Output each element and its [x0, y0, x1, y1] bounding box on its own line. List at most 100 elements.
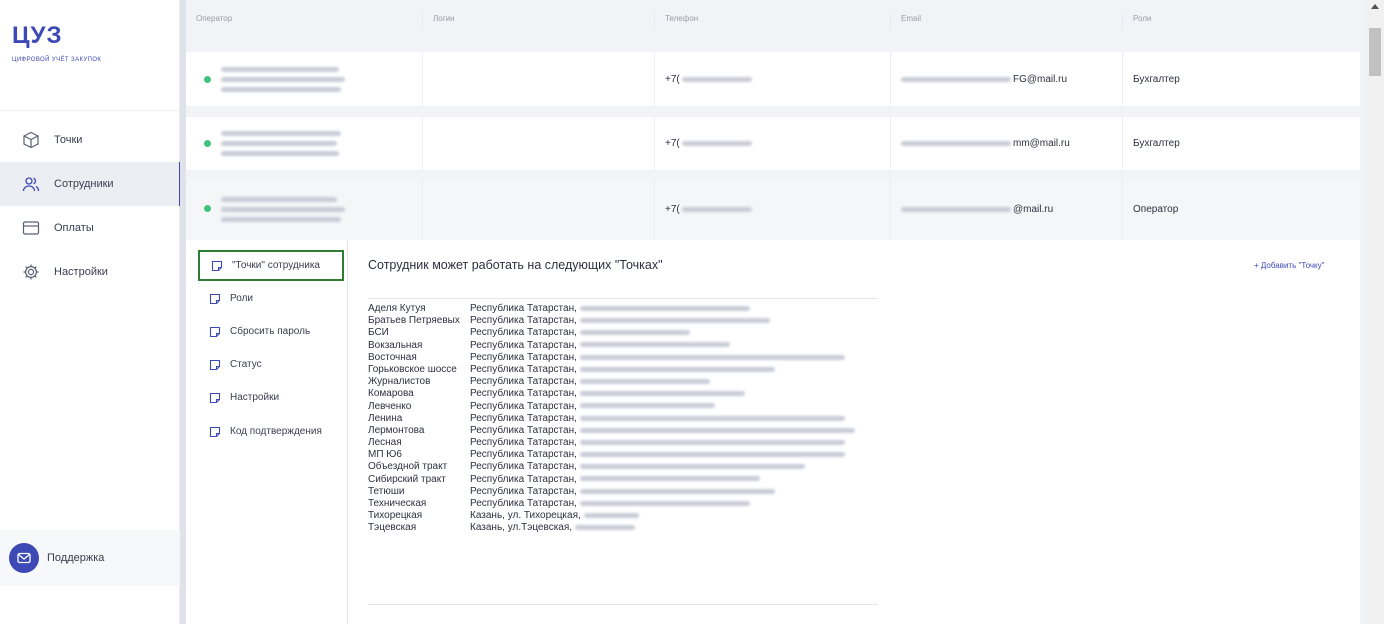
phone-cell: +7(: [654, 117, 890, 170]
operator-cell: [211, 52, 422, 106]
point-name: МП Ю6: [368, 449, 402, 461]
redacted-text: [579, 366, 775, 372]
point-address: Республика Татарстан,: [470, 486, 775, 497]
card-icon: [21, 218, 41, 238]
point-name: Ленина: [368, 412, 403, 424]
redacted-text: [579, 354, 845, 360]
point-address: Казань, ул.Тэцевская,: [470, 522, 636, 533]
point-name: Вокзальная: [368, 339, 423, 351]
tab-reset-password[interactable]: Сбросить пароль: [198, 316, 344, 347]
note-icon: [209, 326, 221, 337]
column-header-login[interactable]: Логин: [422, 14, 455, 28]
point-address: Республика Татарстан,: [470, 388, 745, 399]
role-cell: Бухгалтер: [1122, 52, 1360, 106]
support-button[interactable]: Поддержка: [0, 530, 180, 586]
redacted-text: [579, 318, 770, 324]
divider: [368, 298, 878, 299]
note-icon: [211, 260, 223, 271]
role-cell: Оператор: [1122, 178, 1360, 240]
redacted-text: [579, 500, 750, 506]
redacted-text: [579, 415, 845, 421]
employees-table: Оператор Логин Телефон Email Роли +7( FG…: [186, 0, 1360, 624]
point-name: Восточная: [368, 351, 417, 363]
point-address: Республика Татарстан,: [470, 474, 760, 485]
column-header-roles[interactable]: Роли: [1122, 14, 1151, 28]
point-name: Братьев Петряевых: [368, 315, 460, 327]
point-address: Республика Татарстан,: [470, 327, 690, 338]
phone-cell: +7(: [654, 52, 890, 106]
sidebar-item-employees[interactable]: Сотрудники: [0, 162, 181, 206]
redacted-text: [579, 403, 715, 409]
sidebar-item-label: Сотрудники: [54, 178, 114, 190]
redacted-text: [583, 513, 639, 519]
email-cell: @mail.ru: [890, 178, 1122, 240]
sidebar-nav: Точки Сотрудники Оплаты Настройки: [0, 118, 181, 294]
sidebar-item-label: Оплаты: [54, 222, 94, 234]
redacted-text: [579, 476, 760, 482]
divider: [368, 604, 878, 605]
detail-title: Сотрудник может работать на следующих "Т…: [368, 258, 663, 272]
column-header-operator[interactable]: Оператор: [186, 14, 232, 28]
point-name: Лесная: [368, 437, 402, 449]
scrollbar[interactable]: [1366, 0, 1384, 624]
sidebar-item-settings[interactable]: Настройки: [0, 250, 181, 294]
point-address: Республика Татарстан,: [470, 425, 855, 436]
employee-detail-panel: "Точки" сотрудника Роли Сбросить пароль …: [186, 240, 1360, 624]
point-address: Республика Татарстан,: [470, 352, 845, 363]
point-name: Техническая: [368, 498, 427, 509]
point-address: Республика Татарстан,: [470, 401, 715, 412]
operator-cell: [211, 117, 422, 170]
status-online-dot: [204, 140, 211, 147]
table-row[interactable]: +7( mm@mail.ru Бухгалтер: [186, 117, 1360, 170]
sidebar-item-points[interactable]: Точки: [0, 118, 181, 162]
sidebar-item-payments[interactable]: Оплаты: [0, 206, 181, 250]
sidebar-item-label: Настройки: [54, 266, 108, 278]
tab-label: Сбросить пароль: [230, 326, 311, 337]
mail-icon: [9, 543, 39, 573]
point-name: БСИ: [368, 327, 389, 339]
point-name: Лермонтова: [368, 424, 425, 436]
point-name: Аделя Кутуя: [368, 303, 426, 314]
login-cell: [422, 52, 654, 106]
detail-tabs: "Точки" сотрудника Роли Сбросить пароль …: [186, 240, 348, 624]
point-address: Республика Татарстан,: [470, 364, 775, 375]
divider: [0, 110, 180, 111]
login-cell: [422, 178, 654, 240]
users-icon: [21, 174, 41, 194]
point-name: Комарова: [368, 388, 414, 400]
redacted-text: [579, 342, 730, 348]
point-name: Объездной тракт: [368, 461, 448, 473]
tab-employee-points[interactable]: "Точки" сотрудника: [198, 250, 344, 281]
tab-label: Код подтверждения: [230, 426, 322, 437]
tab-label: Настройки: [230, 392, 280, 403]
table-row[interactable]: +7( FG@mail.ru Бухгалтер: [186, 52, 1360, 106]
tab-status[interactable]: Статус: [198, 349, 344, 380]
table-row-selected[interactable]: +7( @mail.ru Оператор: [186, 178, 1360, 240]
tab-settings[interactable]: Настройки: [198, 382, 344, 413]
note-icon: [209, 293, 221, 304]
app-logo[interactable]: ЦУЗ: [12, 22, 63, 50]
redacted-text: [579, 391, 745, 397]
add-point-button[interactable]: + Добавить "Точку": [1254, 261, 1324, 270]
point-address: Республика Татарстан,: [470, 413, 845, 424]
phone-cell: +7(: [654, 178, 890, 240]
column-header-phone[interactable]: Телефон: [654, 14, 698, 28]
scrollbar-thumb[interactable]: [1369, 28, 1381, 76]
point-address: Республика Татарстан,: [470, 315, 770, 326]
login-cell: [422, 117, 654, 170]
point-name: Тетюши: [368, 485, 405, 497]
redacted-text: [579, 439, 845, 445]
column-header-email[interactable]: Email: [890, 14, 921, 28]
point-name: Тихорецкая: [368, 510, 423, 522]
redacted-text: [579, 464, 805, 470]
point-name: Сибирский тракт: [368, 473, 446, 485]
operator-cell: [211, 178, 422, 240]
redacted-text: [579, 488, 775, 494]
note-icon: [209, 392, 221, 403]
tab-roles[interactable]: Роли: [198, 283, 344, 314]
tab-confirmation-code[interactable]: Код подтверждения: [198, 416, 344, 447]
sidebar: ЦУЗ ЦИФРОВОЙ УЧЁТ ЗАКУПОК Точки Сотрудни…: [0, 0, 181, 624]
scroll-up-icon[interactable]: [1371, 4, 1379, 9]
point-address: Республика Татарстан,: [470, 437, 845, 448]
tab-label: "Точки" сотрудника: [232, 260, 320, 271]
